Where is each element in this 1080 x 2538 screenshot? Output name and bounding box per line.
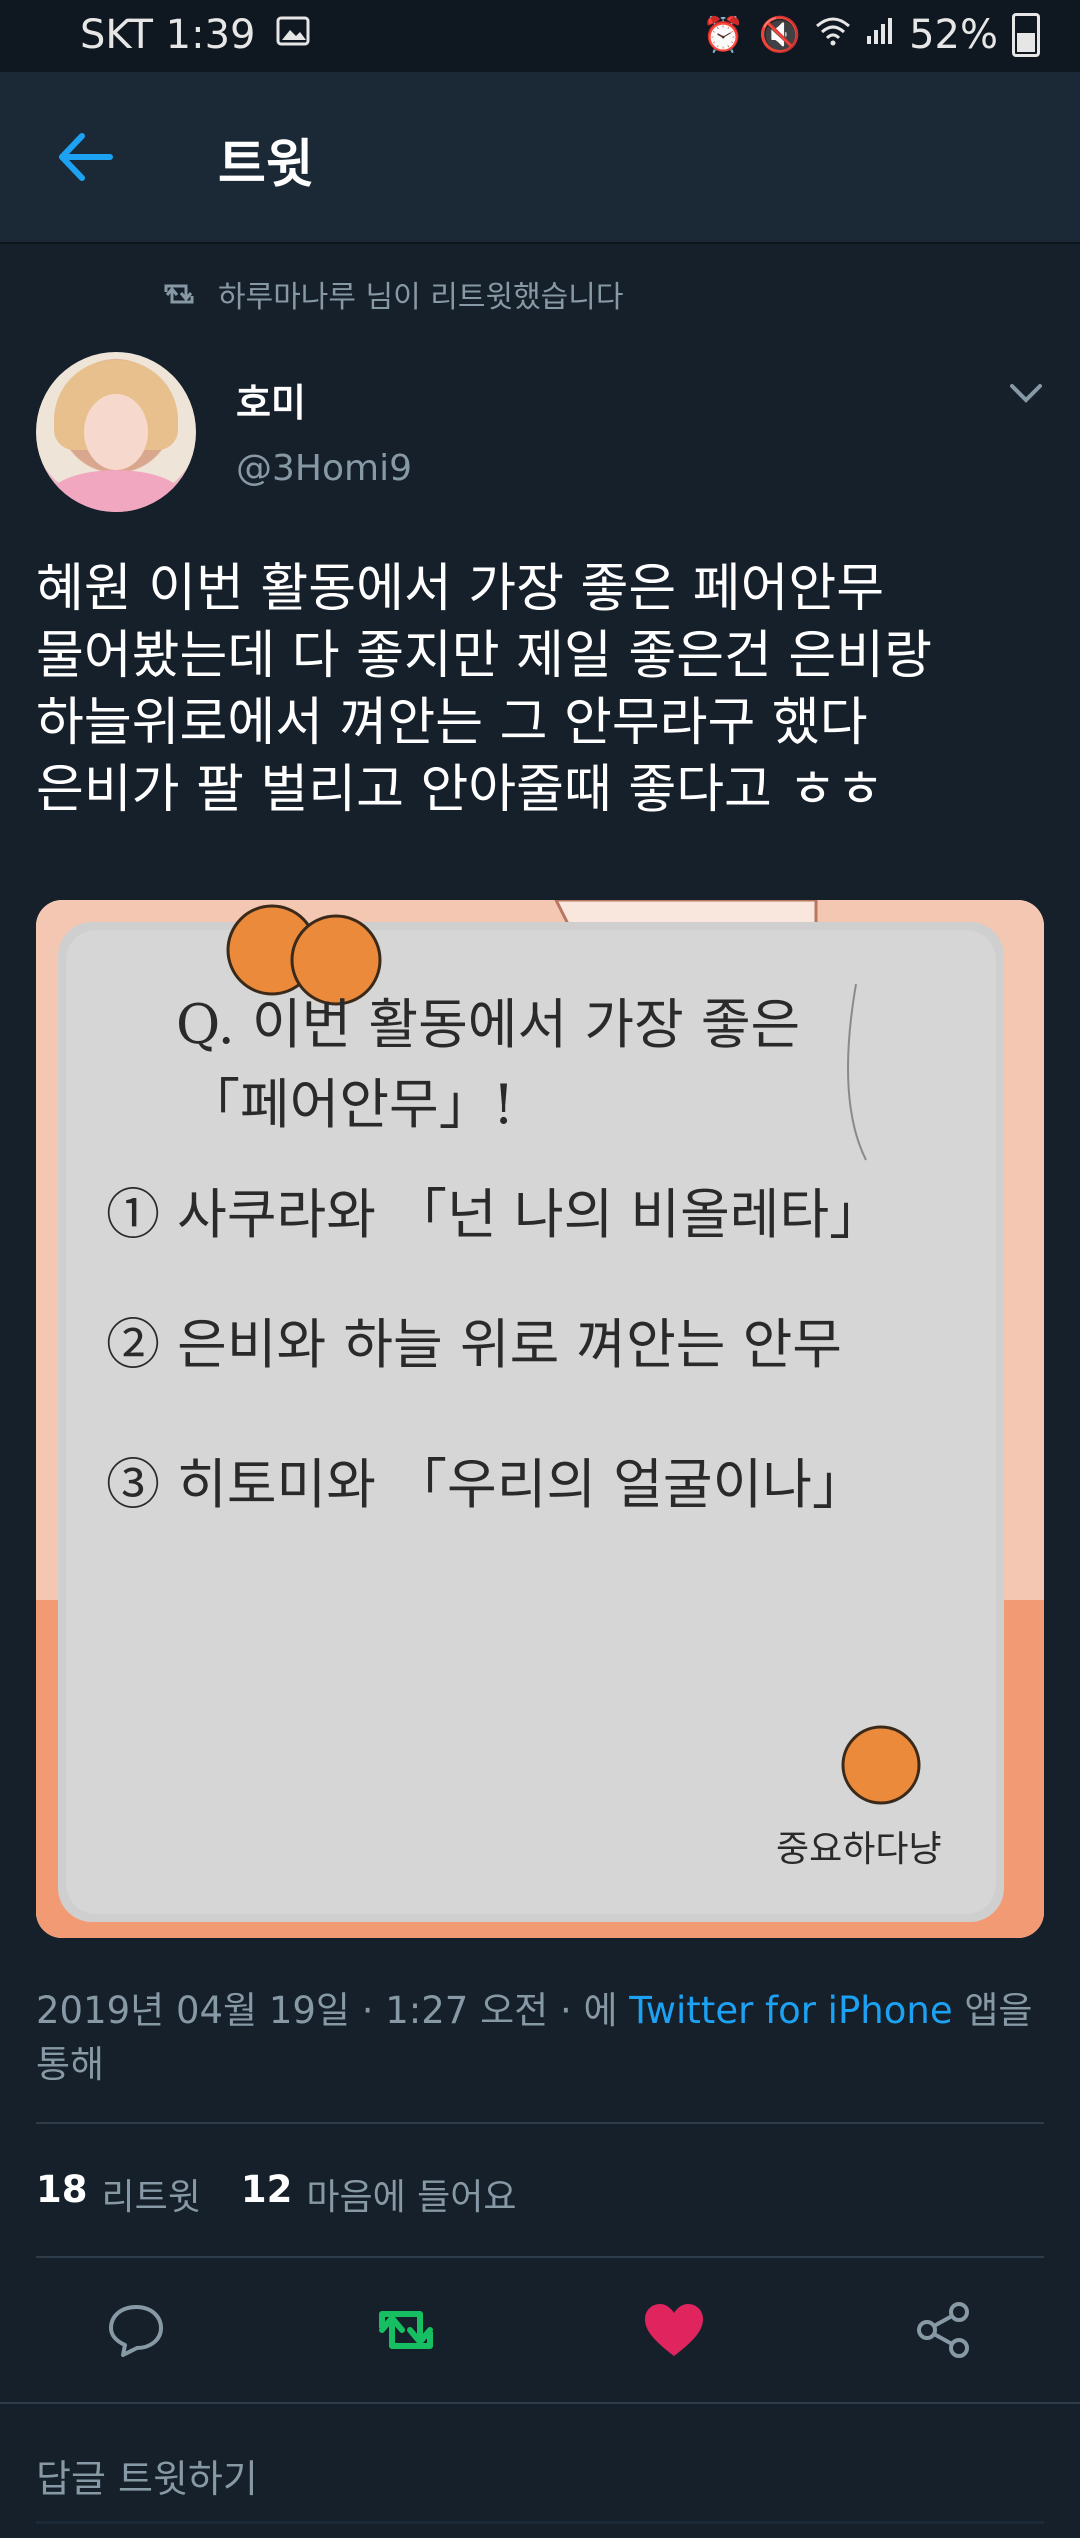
tweet-meta: 2019년 04월 19일 · 1:27 오전 · 에 Twitter for … xyxy=(36,1984,1046,2092)
chevron-down-icon[interactable] xyxy=(1006,378,1046,408)
tweet-stats: 18 리트윗 12 마음에 들어요 xyxy=(36,2168,543,2220)
tweet-text: 혜원 이번 활동에서 가장 좋은 페어안무 물어봤는데 다 좋지만 제일 좋은건… xyxy=(36,556,1046,824)
note-line: 「페어안무」! xyxy=(186,1073,515,1136)
author-handle[interactable]: @3Homi9 xyxy=(236,448,412,489)
avatar[interactable] xyxy=(36,352,196,512)
tweet-actions xyxy=(0,2290,1080,2370)
tweet-source-link[interactable]: Twitter for iPhone xyxy=(629,1989,952,2032)
share-button[interactable] xyxy=(904,2290,984,2370)
reply-button[interactable] xyxy=(96,2290,176,2370)
image-icon xyxy=(276,15,310,55)
reply-input[interactable]: 답글 트윗하기 xyxy=(36,2448,258,2503)
reply-composer[interactable]: 답글 트윗하기 xyxy=(0,2402,1080,2538)
retweets-stat[interactable]: 18 리트윗 xyxy=(36,2168,201,2220)
likes-label: 마음에 들어요 xyxy=(306,2177,517,2218)
retweeted-by-note[interactable]: 하루마나루 님이 리트윗했습니다 xyxy=(162,272,623,316)
alarm-icon: ⏰ xyxy=(702,15,745,55)
retweeted-by-text: 하루마나루 님이 리트윗했습니다 xyxy=(218,280,624,315)
retweet-icon xyxy=(164,284,194,304)
likes-count: 12 xyxy=(240,2168,293,2211)
reply-icon xyxy=(109,2305,163,2357)
wifi-icon xyxy=(815,15,851,55)
tweet-line: 은비가 팔 벌리고 안아줄때 좋다고 ㅎㅎ xyxy=(36,760,885,820)
page-title: 트윗 xyxy=(218,135,314,195)
note-signature: 중요하다냥 xyxy=(776,1829,942,1870)
note-line: ① 사쿠라와 「넌 나의 비올레타」 xyxy=(106,1183,884,1246)
tweet-date: 2019년 04월 19일 · 1:27 오전 · 에 xyxy=(36,1989,618,2032)
tweet-photo[interactable]: Q. 이번 활동에서 가장 좋은 「페어안무」! ① 사쿠라와 「넌 나의 비올… xyxy=(36,900,1044,1938)
tweet-line: 혜원 이번 활동에서 가장 좋은 페어안무 xyxy=(36,559,885,619)
note-line: ③ 히토미와 「우리의 얼굴이나」 xyxy=(106,1453,866,1516)
author-name[interactable]: 호미 xyxy=(236,372,306,427)
retweet-button[interactable] xyxy=(366,2290,446,2370)
top-app-bar: 트윗 xyxy=(0,72,1080,244)
heart-icon xyxy=(645,2304,703,2356)
divider xyxy=(36,2256,1044,2258)
share-icon xyxy=(917,2302,969,2358)
like-button[interactable] xyxy=(634,2290,714,2370)
signal-icon xyxy=(865,15,895,55)
tweet-line: 물어봤는데 다 좋지만 제일 좋은건 은비랑 xyxy=(36,626,932,686)
status-bar: SKT 1:39 ⏰ 🔇 52% xyxy=(0,0,1080,72)
retweets-label: 리트윗 xyxy=(101,2177,201,2218)
carrier-time: SKT 1:39 xyxy=(80,12,256,58)
retweets-count: 18 xyxy=(36,2168,88,2211)
battery-percent: 52% xyxy=(909,12,998,58)
retweet-icon xyxy=(379,2311,433,2349)
divider xyxy=(36,2122,1044,2124)
note-line: Q. 이번 활동에서 가장 좋은 xyxy=(176,993,801,1056)
arrow-left-icon xyxy=(59,133,113,181)
likes-stat[interactable]: 12 마음에 들어요 xyxy=(241,2168,517,2220)
battery-icon xyxy=(1012,13,1040,57)
reply-underline xyxy=(36,2521,1044,2524)
mute-icon: 🔇 xyxy=(758,15,802,55)
back-button[interactable] xyxy=(50,122,120,192)
note-line: ② 은비와 하늘 위로 껴안는 안무 xyxy=(106,1313,842,1376)
tweet-line: 하늘위로에서 껴안는 그 안무라구 했다 xyxy=(36,693,868,753)
